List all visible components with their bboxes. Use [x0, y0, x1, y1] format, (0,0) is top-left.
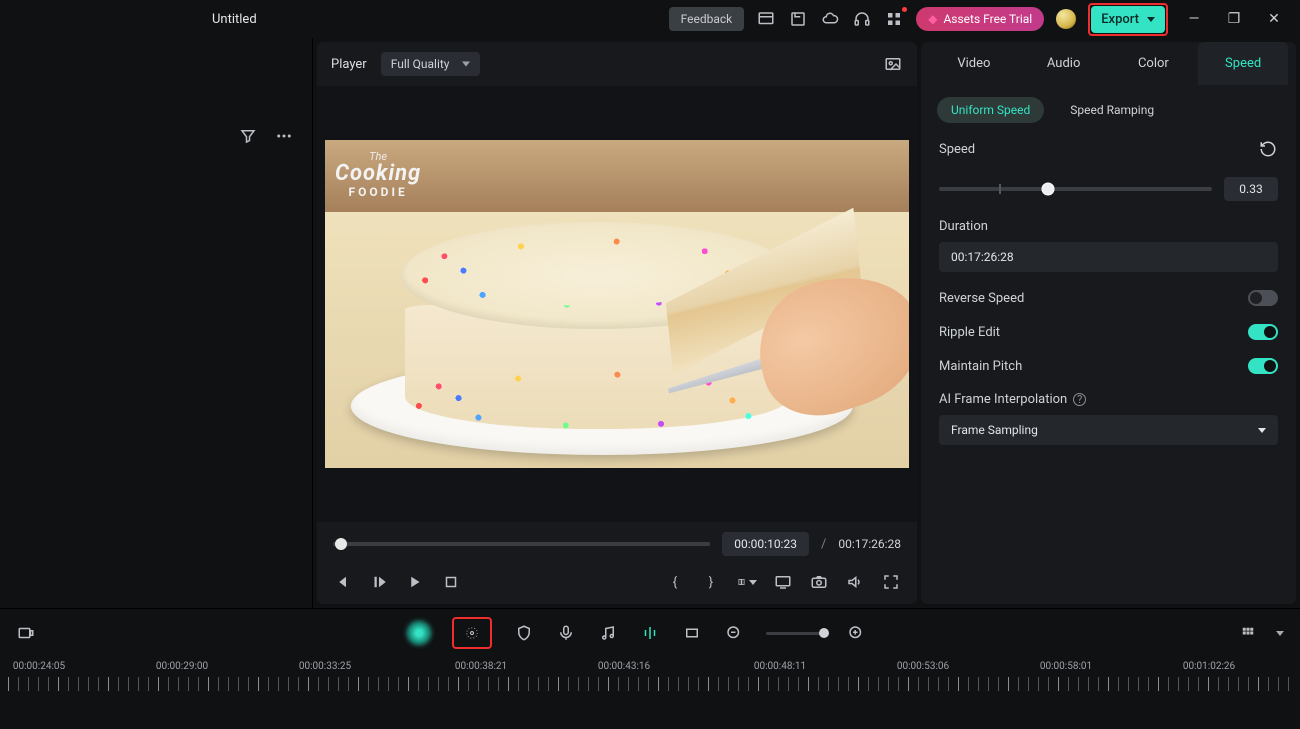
mark-in-icon[interactable]: {	[665, 572, 685, 592]
chevron-down-icon	[1258, 428, 1266, 433]
speed-value[interactable]: 0.33	[1224, 177, 1278, 201]
reset-icon[interactable]	[1258, 139, 1278, 159]
volume-icon[interactable]	[845, 572, 865, 592]
ripple-edit-toggle[interactable]	[1248, 324, 1278, 340]
media-panel	[0, 38, 313, 608]
minimize-button[interactable]: —	[1180, 11, 1208, 27]
music-icon[interactable]	[598, 623, 618, 643]
titlebar: Untitled Feedback ◆Assets Free Trial Exp…	[0, 0, 1300, 38]
project-title: Untitled	[212, 12, 257, 27]
globe-icon[interactable]	[1056, 9, 1076, 29]
quality-select[interactable]: Full Quality	[381, 52, 480, 76]
save-icon[interactable]	[788, 9, 808, 29]
reverse-speed-label: Reverse Speed	[939, 291, 1024, 306]
feedback-button[interactable]: Feedback	[669, 7, 745, 31]
video-watermark: The Cooking FOODIE	[335, 150, 421, 199]
layout-icon[interactable]	[756, 9, 776, 29]
preview-panel: Player Full Quality The Coo	[317, 42, 917, 604]
close-button[interactable]: ✕	[1260, 11, 1288, 27]
mic-icon[interactable]	[556, 623, 576, 643]
filter-icon[interactable]	[238, 126, 258, 146]
more-icon[interactable]	[274, 126, 294, 146]
tab-speed[interactable]: Speed	[1198, 42, 1288, 85]
maximize-button[interactable]: ❐	[1220, 11, 1248, 27]
play-icon[interactable]	[405, 572, 425, 592]
duration-label: Duration	[939, 219, 1278, 234]
timeline-ruler[interactable]: 00:00:24:05 00:00:29:00 00:00:33:25 00:0…	[0, 657, 1300, 697]
prev-frame-icon[interactable]	[333, 572, 353, 592]
timeline-dock-icon[interactable]	[16, 623, 36, 643]
duration-input[interactable]	[939, 242, 1278, 272]
timeline-panel: 00:00:24:05 00:00:29:00 00:00:33:25 00:0…	[0, 608, 1300, 725]
fullscreen-icon[interactable]	[881, 572, 901, 592]
crop-icon[interactable]	[682, 623, 702, 643]
speed-slider[interactable]	[939, 187, 1212, 191]
properties-panel: Video Audio Color Speed Uniform Speed Sp…	[921, 42, 1296, 604]
marker-icon[interactable]	[640, 623, 660, 643]
info-icon[interactable]: ?	[1073, 393, 1086, 406]
export-highlight: Export	[1088, 3, 1168, 36]
subtab-uniform-speed[interactable]: Uniform Speed	[937, 97, 1044, 123]
ai-interpolation-label: AI Frame Interpolation?	[939, 392, 1278, 407]
current-time[interactable]: 00:00:10:23	[722, 532, 809, 556]
mark-out-icon[interactable]: }	[701, 572, 721, 592]
stop-icon[interactable]	[441, 572, 461, 592]
headphones-icon[interactable]	[852, 9, 872, 29]
tab-color[interactable]: Color	[1109, 42, 1199, 85]
ripple-edit-label: Ripple Edit	[939, 325, 1000, 340]
zoom-in-icon[interactable]	[846, 623, 866, 643]
gem-icon: ◆	[928, 12, 937, 26]
chevron-down-icon	[1147, 17, 1155, 22]
tab-audio[interactable]: Audio	[1019, 42, 1109, 85]
assets-trial-button[interactable]: ◆Assets Free Trial	[916, 7, 1044, 31]
zoom-out-icon[interactable]	[724, 623, 744, 643]
speed-label: Speed	[939, 142, 975, 157]
scrub-slider[interactable]	[333, 542, 710, 546]
effect-highlight	[452, 617, 492, 649]
total-time: 00:17:26:28	[838, 537, 901, 551]
ratio-icon[interactable]	[737, 572, 757, 592]
maintain-pitch-toggle[interactable]	[1248, 358, 1278, 374]
display-icon[interactable]	[773, 572, 793, 592]
maintain-pitch-label: Maintain Pitch	[939, 359, 1022, 374]
tab-video[interactable]: Video	[929, 42, 1019, 85]
export-button[interactable]: Export	[1091, 6, 1165, 33]
grid-icon[interactable]	[1238, 623, 1258, 643]
apps-icon[interactable]	[884, 9, 904, 29]
zoom-slider[interactable]	[766, 632, 824, 635]
snapshot-icon[interactable]	[883, 54, 903, 74]
ai-button[interactable]	[408, 622, 430, 644]
ai-interpolation-select[interactable]: Frame Sampling	[939, 415, 1278, 445]
reverse-speed-toggle[interactable]	[1248, 290, 1278, 306]
player-label: Player	[331, 57, 367, 72]
chevron-down-icon[interactable]	[1276, 631, 1284, 636]
camera-icon[interactable]	[809, 572, 829, 592]
video-preview[interactable]: The Cooking FOODIE	[325, 140, 909, 468]
subtab-speed-ramping[interactable]: Speed Ramping	[1056, 97, 1168, 123]
cloud-icon[interactable]	[820, 9, 840, 29]
play-pause-icon[interactable]	[369, 572, 389, 592]
sparkle-icon[interactable]	[462, 623, 482, 643]
shield-icon[interactable]	[514, 623, 534, 643]
